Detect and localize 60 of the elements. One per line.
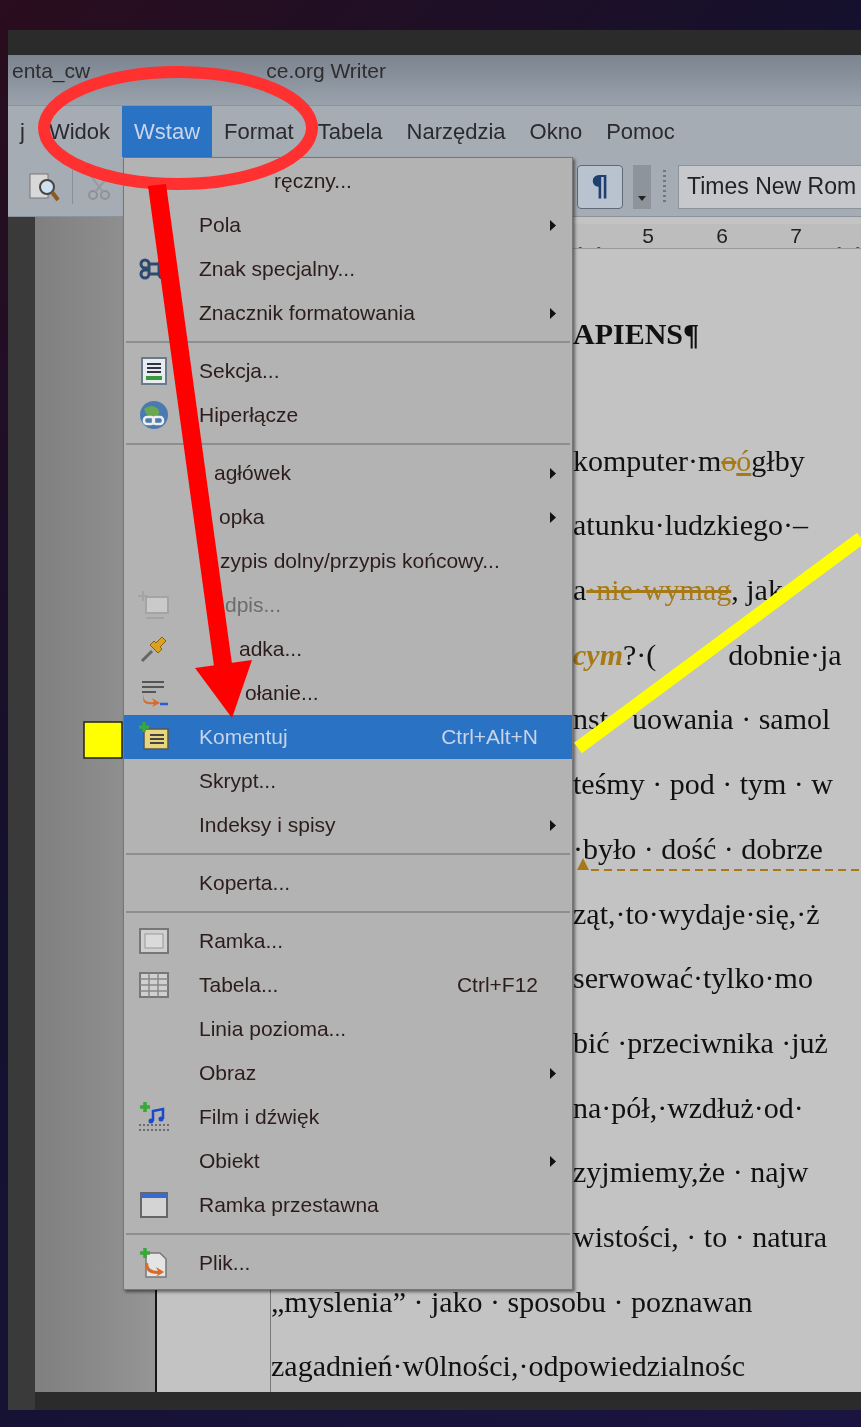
section-icon bbox=[140, 356, 168, 386]
document-text: zyjmiemy,że · najw bbox=[573, 1155, 809, 1189]
document-text: zagadnień·w0lności,·odpowiedzialnośc bbox=[271, 1349, 745, 1383]
window-title: enta_cw bbox=[12, 59, 91, 83]
insert-file-icon bbox=[138, 1247, 170, 1279]
menu-item[interactable]: ołanie... bbox=[124, 671, 572, 715]
menu-item[interactable]: Plik... bbox=[124, 1241, 572, 1285]
menu-item[interactable]: Ramka... bbox=[124, 919, 572, 963]
document-text: ·było · dość · dobrze bbox=[573, 831, 823, 865]
marker-square bbox=[83, 721, 123, 759]
formatting-marks-button[interactable]: ¶ bbox=[577, 164, 623, 209]
menu-item[interactable]: opka bbox=[124, 495, 572, 539]
window-title: ce.org Writer bbox=[266, 59, 387, 83]
document-text: uowania · samol bbox=[632, 702, 831, 736]
document-text: komputer·moógłby bbox=[573, 443, 805, 477]
menu-item[interactable]: Obraz bbox=[124, 1051, 572, 1095]
menu-item[interactable]: Linia pozioma... bbox=[124, 1007, 572, 1051]
menu-item[interactable]: Obiekt bbox=[124, 1139, 572, 1183]
document-text: wistości, · to · natura bbox=[573, 1219, 828, 1253]
toolbar-dropdown-button[interactable] bbox=[633, 164, 651, 209]
document-text: APIENS¶ bbox=[573, 317, 700, 350]
menu-item[interactable]: Skrypt... bbox=[124, 759, 572, 803]
menu-item[interactable]: Format bbox=[212, 106, 306, 157]
document-text: teśmy · pod · tym · w bbox=[573, 767, 833, 801]
menu-item[interactable]: Hiperłącze bbox=[124, 393, 572, 437]
menu-item[interactable]: j bbox=[8, 106, 37, 157]
menu-item[interactable]: agłówek bbox=[124, 451, 572, 495]
media-icon bbox=[137, 1101, 171, 1133]
menu-item[interactable]: zypis dolny/przypis końcowy... bbox=[124, 539, 572, 583]
document-text: na·pół,·wzdłuż·od· bbox=[573, 1090, 804, 1124]
menu-item[interactable]: Tabela bbox=[305, 106, 395, 157]
document-text: „myslenia” · jako · sposobu · poznawan bbox=[271, 1284, 753, 1318]
document-text: ząt,·to·wydaje·się,·ż bbox=[573, 896, 820, 930]
frame-icon bbox=[138, 927, 170, 955]
font-name-field[interactable]: Times New Rom bbox=[678, 164, 861, 209]
globe-link-icon bbox=[138, 399, 170, 431]
menu-item[interactable]: Pomoc bbox=[594, 106, 687, 157]
menu-item[interactable]: Koperta... bbox=[124, 861, 572, 905]
dropdown-arrow-icon bbox=[638, 195, 646, 201]
document-text: dobnie·ja bbox=[728, 637, 842, 671]
document-text: atunku·ludzkiego·– bbox=[573, 508, 808, 542]
menu-item[interactable]: Indeksy i spisy bbox=[124, 803, 572, 847]
menu-item[interactable]: adka... bbox=[124, 627, 572, 671]
document-text: serwować·tylko·mo bbox=[573, 961, 813, 995]
menu-item[interactable]: Znacznik formatowania bbox=[124, 291, 572, 335]
menu-item[interactable]: Pola bbox=[124, 203, 572, 247]
menu-item[interactable]: Narzędzia bbox=[394, 106, 518, 157]
menu-item[interactable]: ręczny... bbox=[124, 159, 572, 203]
menu-item[interactable]: Tabela... Ctrl+F12 bbox=[124, 963, 572, 1007]
menu-item[interactable]: Sekcja... bbox=[124, 349, 572, 393]
table-icon bbox=[138, 971, 170, 999]
menu-item[interactable]: Ramka przestawna bbox=[124, 1183, 572, 1227]
menu-item[interactable]: Okno bbox=[517, 106, 595, 157]
menu-item[interactable]: Widok bbox=[36, 106, 122, 157]
menu-item[interactable]: Film i dźwięk bbox=[124, 1095, 572, 1139]
document-text: bić ·przeciwnika ·już bbox=[573, 1025, 828, 1059]
caption-icon bbox=[138, 589, 170, 621]
comment-note-icon bbox=[138, 721, 170, 753]
document-text: cym?·( bbox=[573, 637, 657, 671]
window-icon bbox=[139, 1191, 169, 1219]
